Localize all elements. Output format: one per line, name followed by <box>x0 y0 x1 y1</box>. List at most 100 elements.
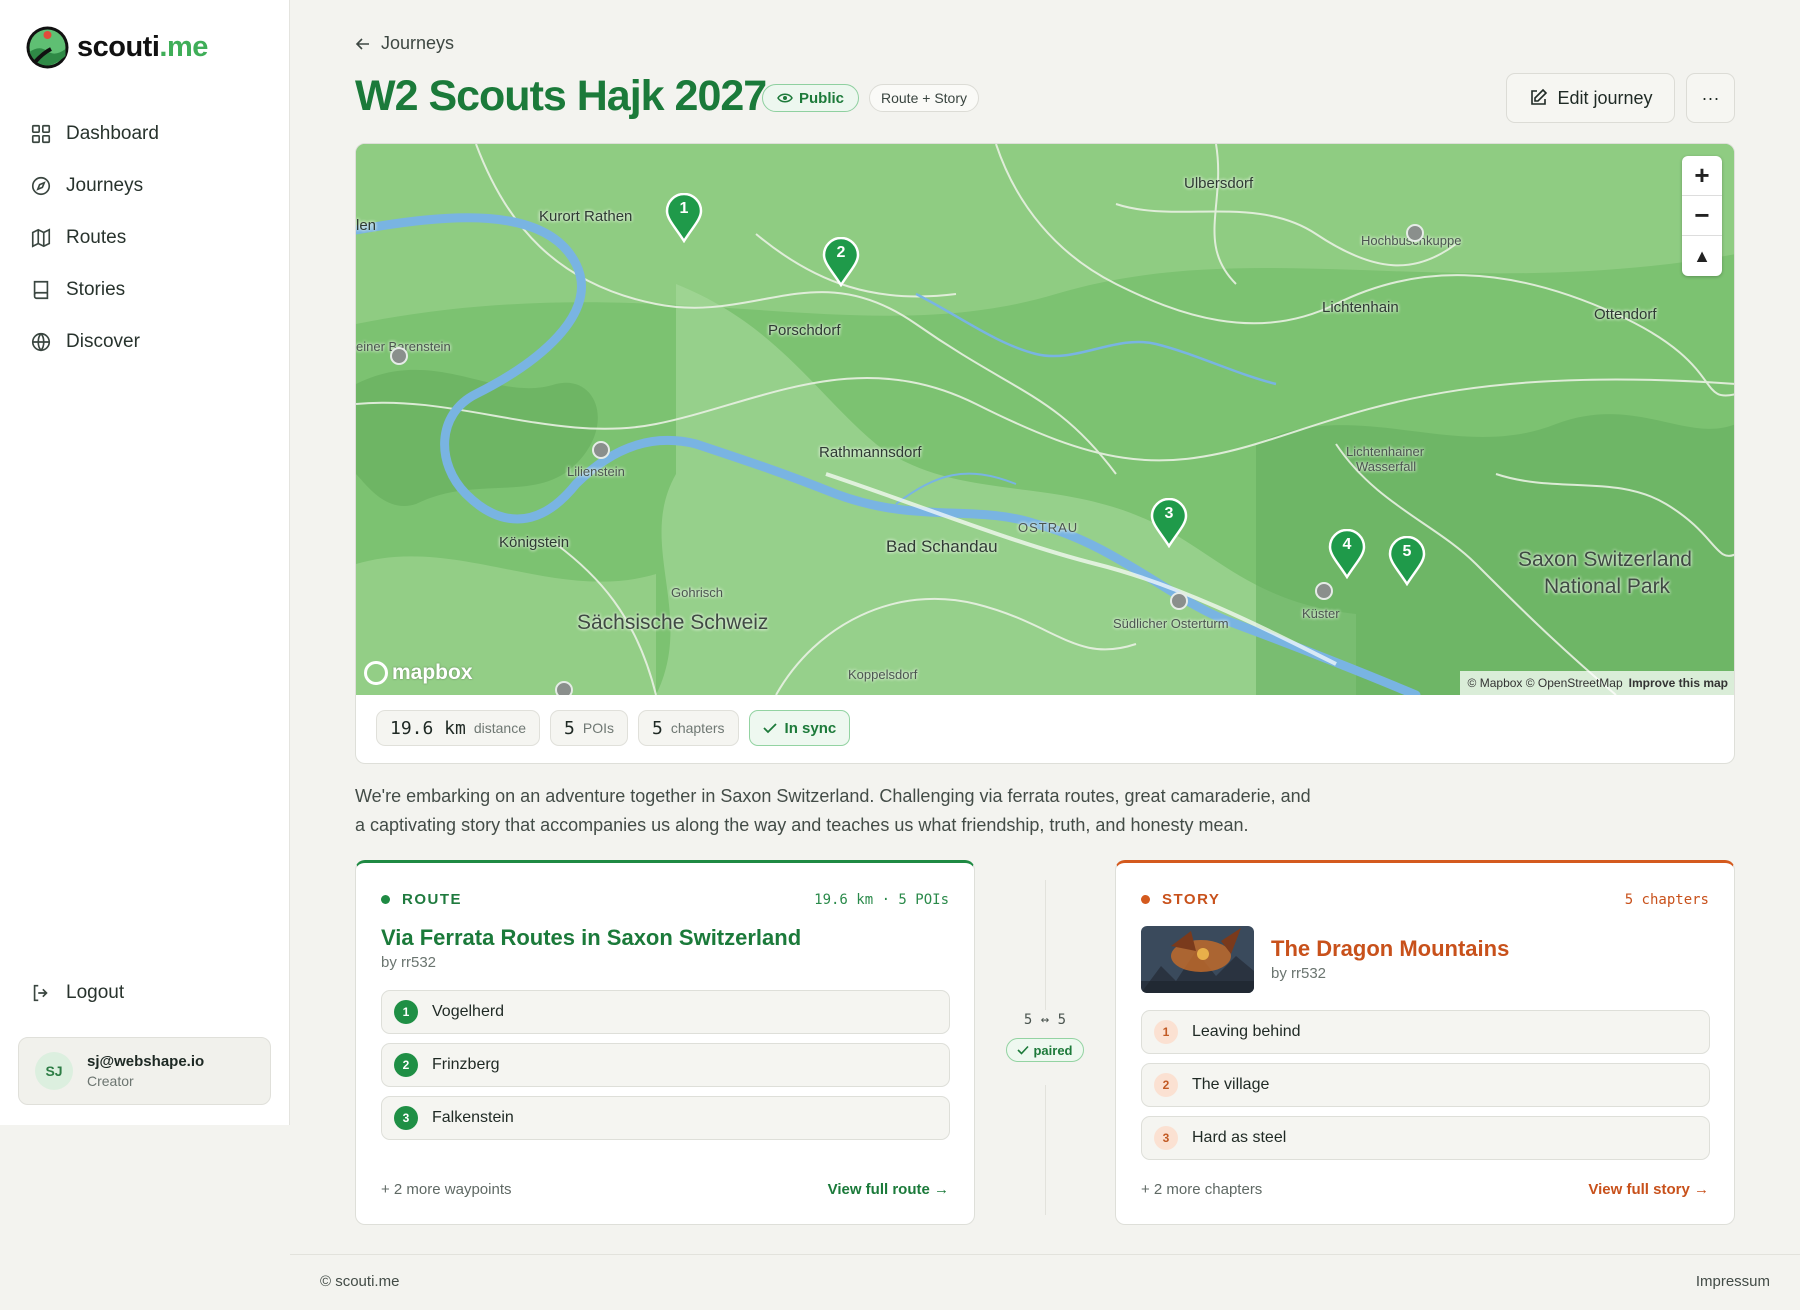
story-meta: 5 chapters <box>1624 892 1709 908</box>
logout-button[interactable]: Logout <box>30 982 124 1004</box>
mountain-poi-icon <box>1170 592 1188 610</box>
chapter-number: 1 <box>1154 1020 1178 1044</box>
logo-icon <box>26 26 69 69</box>
paired-label: paired <box>1033 1042 1073 1058</box>
map-label: OSTRAU <box>1018 520 1079 535</box>
view-full-story-link[interactable]: View full story → <box>1588 1181 1709 1198</box>
map-label: Ulbersdorf <box>1184 175 1254 192</box>
paired-badge: paired <box>1006 1038 1084 1062</box>
story-cover-image[interactable] <box>1141 926 1254 993</box>
waypoint-name: Vogelherd <box>432 1003 505 1020</box>
map-pin-1[interactable]: 1 <box>665 192 703 244</box>
chapter-item[interactable]: 1 Leaving behind <box>1141 1010 1710 1054</box>
map-label: Sächsische Schweiz <box>577 611 769 634</box>
pair-connector <box>1045 1085 1046 1215</box>
logout-icon <box>33 984 48 1002</box>
mapbox-logo[interactable]: mapbox <box>364 661 473 685</box>
attribution-text[interactable]: © Mapbox © OpenStreetMap <box>1468 676 1623 690</box>
story-title-text[interactable]: The Dragon Mountains <box>1271 936 1509 961</box>
route-map[interactable]: Kurort Rathen Ulbersdorf Hochbuschkuppe … <box>356 144 1734 695</box>
waypoint-name: Falkenstein <box>432 1109 514 1126</box>
pois-stat: 5 POIs <box>550 710 628 746</box>
impressum-link[interactable]: Impressum <box>1696 1273 1770 1290</box>
copyright: © scouti.me <box>320 1273 400 1290</box>
map-label: Königstein <box>499 534 570 551</box>
story-title[interactable]: The Dragon Mountains by rr532 <box>1271 936 1509 982</box>
edit-journey-label: Edit journey <box>1557 87 1653 108</box>
globe-icon <box>31 332 51 352</box>
back-link[interactable]: Journeys <box>355 33 454 54</box>
distance-stat: 19.6 km distance <box>376 710 541 746</box>
map-pin-5[interactable]: 5 <box>1388 535 1426 587</box>
story-heading-label: STORY <box>1162 891 1221 908</box>
edit-journey-button[interactable]: Edit journey <box>1506 73 1675 123</box>
map-label: Küster <box>1302 606 1340 621</box>
improve-map-link[interactable]: Improve this map <box>1629 676 1728 690</box>
sidebar-item-label: Stories <box>66 279 126 300</box>
user-email: sj@webshape.io <box>87 1053 205 1070</box>
story-dot-icon <box>1141 895 1150 904</box>
map-zoom-controls: + − ▲ <box>1682 156 1722 276</box>
compass-reset-button[interactable]: ▲ <box>1682 236 1722 276</box>
pair-count: 5 ↔ 5 <box>1023 1012 1067 1028</box>
waypoint-item[interactable]: 1 Vogelherd <box>381 990 950 1034</box>
map-label: Rathmannsdorf <box>819 444 922 461</box>
map-label: Gohrisch <box>671 585 724 600</box>
avatar: SJ <box>35 1052 73 1090</box>
eye-icon <box>777 93 793 103</box>
sidebar-item-stories[interactable]: Stories <box>30 264 159 316</box>
zoom-out-button[interactable]: − <box>1682 196 1722 236</box>
sidebar-item-discover[interactable]: Discover <box>30 316 159 368</box>
sync-label: In sync <box>784 719 837 737</box>
journey-stats: 19.6 km distance 5 POIs 5 chapters In sync <box>376 710 851 746</box>
chapter-list: 1 Leaving behind 2 The village 3 Hard as st… <box>1141 1010 1710 1169</box>
map-label: Lichtenhain <box>1322 299 1399 316</box>
sidebar: scouti.me Dashboard Journeys Routes Stor… <box>0 0 290 1125</box>
pin-number: 4 <box>1342 536 1352 553</box>
chapter-number: 3 <box>1154 1126 1178 1150</box>
route-author: by rr532 <box>381 954 437 971</box>
map-icon <box>31 228 51 248</box>
route-heading: ROUTE <box>381 891 462 908</box>
distance-value: 19.6 km <box>390 717 466 739</box>
more-options-button[interactable]: ··· <box>1686 73 1735 123</box>
distance-label: distance <box>473 720 527 736</box>
sidebar-item-journeys[interactable]: Journeys <box>30 160 159 212</box>
route-panel: ROUTE 19.6 km · 5 POIs Via Ferrata Route… <box>355 860 975 1225</box>
grid-icon <box>31 124 51 144</box>
page-title: W2 Scouts Hajk 2027 <box>355 72 767 120</box>
user-card[interactable]: SJ sj@webshape.io Creator <box>18 1037 271 1105</box>
book-icon <box>33 280 49 300</box>
waypoint-item[interactable]: 3 Falkenstein <box>381 1096 950 1140</box>
map-pin-4[interactable]: 4 <box>1328 528 1366 580</box>
user-role: Creator <box>87 1073 134 1089</box>
view-full-route-link[interactable]: View full route → <box>828 1181 949 1198</box>
sidebar-item-routes[interactable]: Routes <box>30 212 159 264</box>
sidebar-item-dashboard[interactable]: Dashboard <box>30 108 159 160</box>
route-title-text[interactable]: Via Ferrata Routes in Saxon Switzerland <box>381 925 801 950</box>
map-pin-3[interactable]: 3 <box>1150 497 1188 549</box>
more-waypoints: + 2 more waypoints <box>381 1181 512 1198</box>
chapter-item[interactable]: 3 Hard as steel <box>1141 1116 1710 1160</box>
route-meta: 19.6 km · 5 POIs <box>814 892 949 908</box>
mountain-poi-icon <box>592 441 610 459</box>
chapter-item[interactable]: 2 The village <box>1141 1063 1710 1107</box>
sidebar-item-label: Journeys <box>66 175 144 196</box>
check-icon <box>762 723 777 734</box>
zoom-in-button[interactable]: + <box>1682 156 1722 196</box>
pin-number: 5 <box>1402 543 1412 560</box>
route-title[interactable]: Via Ferrata Routes in Saxon Switzerland b… <box>381 925 801 971</box>
arrow-left-icon <box>355 37 369 50</box>
chapter-name: The village <box>1192 1076 1270 1093</box>
logo[interactable]: scouti.me <box>25 25 208 70</box>
map-label: Südlicher Osterturm <box>1113 616 1229 631</box>
map-label: Koppelsdorf <box>848 667 918 682</box>
story-heading: STORY <box>1141 891 1220 908</box>
map-label: Lilienstein <box>567 464 625 479</box>
pin-number: 3 <box>1164 505 1174 522</box>
pair-connector <box>1045 880 1046 1010</box>
map-pin-2[interactable]: 2 <box>822 236 860 288</box>
sidebar-nav: Dashboard Journeys Routes Stories Discov… <box>30 108 159 368</box>
mountain-poi-icon <box>555 681 573 695</box>
waypoint-item[interactable]: 2 Frinzberg <box>381 1043 950 1087</box>
